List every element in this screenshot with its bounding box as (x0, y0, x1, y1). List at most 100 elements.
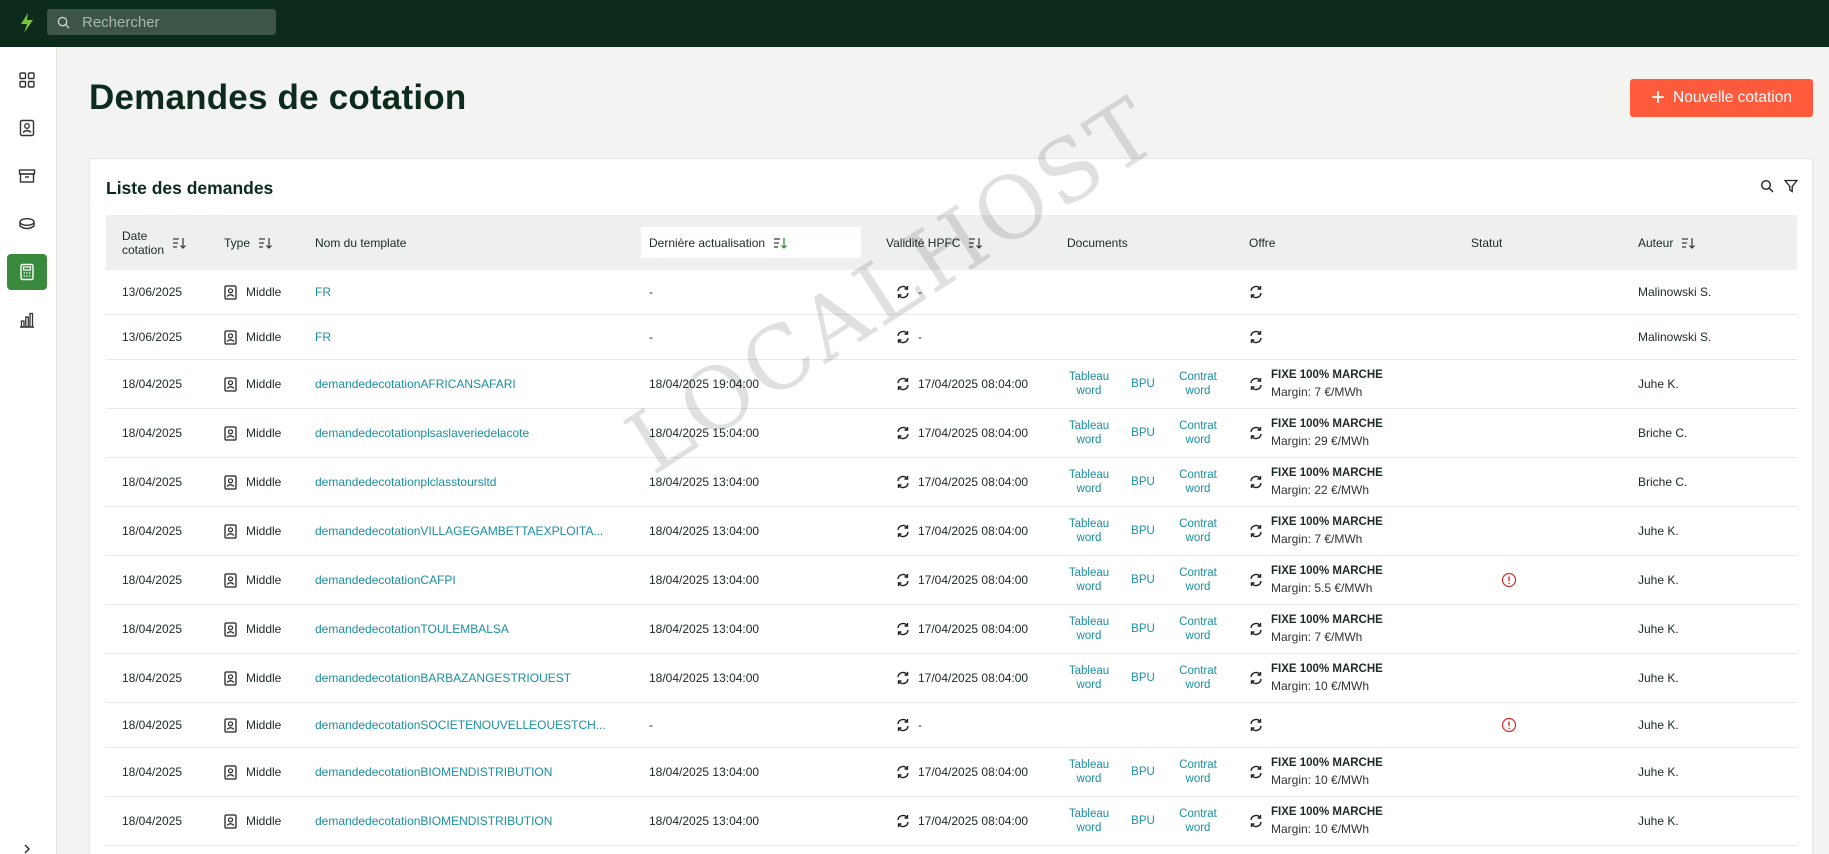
table-row[interactable]: 18/04/2025 Middle demandedecotationBIOME… (106, 748, 1797, 797)
table-row[interactable]: 18/04/2025 Middle demandedecotationVILLA… (106, 507, 1797, 556)
col-author[interactable]: Auteur (1638, 215, 1696, 270)
table-row[interactable]: 13/06/2025 Middle FR - - Malinowski S. (106, 315, 1797, 360)
col-type[interactable]: Type (224, 215, 272, 270)
refresh-icon[interactable] (1249, 426, 1263, 440)
refresh-icon[interactable] (896, 475, 910, 489)
tableau-word-link[interactable]: Tableau word (1066, 797, 1112, 845)
col-update[interactable]: Dernière actualisation (649, 215, 788, 270)
chevron-right-icon[interactable] (20, 842, 34, 854)
nav-item-coins[interactable] (7, 206, 47, 242)
bpu-link[interactable]: BPU (1128, 360, 1158, 408)
contrat-word-link[interactable]: Contrat word (1173, 605, 1223, 653)
nav-item-archive[interactable] (7, 158, 47, 194)
refresh-icon[interactable] (1249, 475, 1263, 489)
col-date[interactable]: Date cotation (122, 215, 186, 270)
row-template-link[interactable]: demandedecotationCAFPI (315, 556, 456, 604)
refresh-icon[interactable] (896, 285, 910, 299)
bpu-link[interactable]: BPU (1128, 507, 1158, 555)
table-row[interactable]: 18/04/2025 Middle demandedecotationBIOME… (106, 797, 1797, 846)
refresh-icon[interactable] (1249, 765, 1263, 779)
search-icon[interactable] (1760, 179, 1774, 193)
sort-icon[interactable] (258, 237, 272, 249)
sort-active-icon[interactable] (773, 237, 788, 249)
table-row[interactable]: 18/04/2025 Middle demandedecotationAFRIC… (106, 360, 1797, 409)
table-row[interactable]: 18/04/2025 Middle demandedecotationTOULE… (106, 605, 1797, 654)
refresh-icon[interactable] (896, 718, 910, 732)
refresh-icon[interactable] (1249, 671, 1263, 685)
bpu-link[interactable]: BPU (1128, 409, 1158, 457)
refresh-icon[interactable] (896, 765, 910, 779)
nav-item-contacts[interactable] (7, 110, 47, 146)
tableau-word-link[interactable]: Tableau word (1066, 654, 1112, 702)
row-template-link[interactable]: FR (315, 315, 331, 359)
tableau-word-link[interactable]: Tableau word (1066, 556, 1112, 604)
tableau-word-link[interactable]: Tableau word (1066, 360, 1112, 408)
refresh-icon[interactable] (896, 814, 910, 828)
refresh-icon[interactable] (896, 330, 910, 344)
contrat-word-link[interactable]: Contrat word (1173, 507, 1223, 555)
row-template-link[interactable]: FR (315, 270, 331, 314)
table-row[interactable]: 18/04/2025 Middle demandedecotationSOCIE… (106, 703, 1797, 748)
sort-icon[interactable] (1681, 237, 1696, 249)
row-template-link[interactable]: demandedecotationplclasstoursltd (315, 458, 496, 506)
contrat-word-link[interactable]: Contrat word (1173, 360, 1223, 408)
contrat-word-link[interactable]: Contrat word (1173, 409, 1223, 457)
row-template-link[interactable]: demandedecotationBIOMENDISTRIBUTION (315, 748, 552, 796)
refresh-icon[interactable] (1249, 718, 1263, 732)
nav-item-dashboard[interactable] (7, 62, 47, 98)
row-template-link[interactable]: demandedecotationAFRICANSAFARI (315, 360, 516, 408)
row-template-link[interactable]: demandedecotationSOCIETENOUVELLEOUESTCH.… (315, 703, 606, 747)
table-row[interactable]: 18/04/2025 Middle demandedecotationplsas… (106, 409, 1797, 458)
contrat-word-link[interactable]: Contrat word (1173, 654, 1223, 702)
row-template-link[interactable]: demandedecotationBIOMENDISTRIBUTION (315, 797, 552, 845)
filter-icon[interactable] (1784, 179, 1798, 193)
sort-icon[interactable] (968, 237, 983, 249)
refresh-icon[interactable] (1249, 285, 1263, 299)
new-quotation-button[interactable]: + Nouvelle cotation (1630, 79, 1813, 117)
tableau-word-link[interactable]: Tableau word (1066, 458, 1112, 506)
table-row[interactable]: 18/04/2025 Middle demandedecotationCAFPI… (106, 556, 1797, 605)
refresh-icon[interactable] (896, 622, 910, 636)
sort-icon[interactable] (172, 237, 186, 249)
row-template-link[interactable]: demandedecotationTOULEMBALSA (315, 605, 509, 653)
refresh-icon[interactable] (896, 426, 910, 440)
contrat-word-link[interactable]: Contrat word (1173, 556, 1223, 604)
tableau-word-link[interactable]: Tableau word (1066, 748, 1112, 796)
contrat-word-link[interactable]: Contrat word (1173, 797, 1223, 845)
refresh-icon[interactable] (1249, 622, 1263, 636)
bpu-link[interactable]: BPU (1128, 458, 1158, 506)
refresh-icon[interactable] (896, 573, 910, 587)
error-icon[interactable] (1501, 572, 1517, 588)
search-input[interactable]: Rechercher (82, 14, 160, 31)
row-template-link[interactable]: demandedecotationplsaslaveriedelacote (315, 409, 529, 457)
bpu-link[interactable]: BPU (1128, 605, 1158, 653)
table-row[interactable]: 18/04/2025 Middle demandedecotationBARBA… (106, 654, 1797, 703)
col-hpfc[interactable]: Validité HPFC (886, 215, 983, 270)
bpu-link[interactable]: BPU (1128, 748, 1158, 796)
refresh-icon[interactable] (896, 377, 910, 391)
table-row[interactable]: 18/04/2025 Middle demandedecotationplcla… (106, 458, 1797, 507)
bpu-link[interactable]: BPU (1128, 797, 1158, 845)
table-row[interactable]: 13/06/2025 Middle FR - - Malinowski S. (106, 270, 1797, 315)
tableau-word-link[interactable]: Tableau word (1066, 605, 1112, 653)
contrat-word-link[interactable]: Contrat word (1173, 748, 1223, 796)
row-template-link[interactable]: demandedecotationVILLAGEGAMBETTAEXPLOITA… (315, 507, 603, 555)
tableau-word-link[interactable]: Tableau word (1066, 409, 1112, 457)
refresh-icon[interactable] (1249, 814, 1263, 828)
contrat-word-link[interactable]: Contrat word (1173, 458, 1223, 506)
bpu-link[interactable]: BPU (1128, 556, 1158, 604)
row-template-link[interactable]: demandedecotationBARBAZANGESTRIOUEST (315, 654, 571, 702)
refresh-icon[interactable] (896, 671, 910, 685)
tableau-word-link[interactable]: Tableau word (1066, 507, 1112, 555)
refresh-icon[interactable] (1249, 524, 1263, 538)
error-icon[interactable] (1501, 717, 1517, 733)
nav-item-charts[interactable] (7, 302, 47, 338)
refresh-icon[interactable] (1249, 330, 1263, 344)
refresh-icon[interactable] (1249, 573, 1263, 587)
search-bar[interactable]: Rechercher (47, 9, 276, 35)
logo-icon[interactable] (18, 12, 36, 34)
nav-item-calculator[interactable] (7, 254, 47, 290)
refresh-icon[interactable] (1249, 377, 1263, 391)
refresh-icon[interactable] (896, 524, 910, 538)
bpu-link[interactable]: BPU (1128, 654, 1158, 702)
